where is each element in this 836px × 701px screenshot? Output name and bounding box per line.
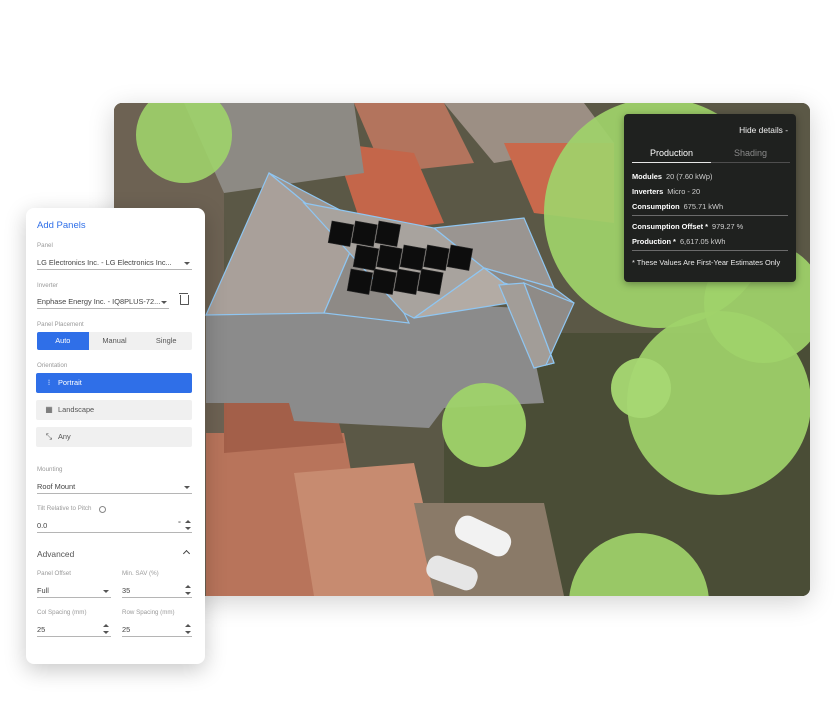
- inverter-label: Inverter: [37, 282, 58, 289]
- modules-label: Modules: [632, 172, 662, 181]
- offset-value: 979.27 %: [711, 222, 744, 231]
- inverter-select[interactable]: Enphase Energy Inc. - IQ8PLUS-72...: [37, 297, 160, 306]
- col-spacing-stepper[interactable]: [103, 624, 109, 634]
- solar-panel-module[interactable]: [399, 244, 427, 271]
- any-orientation-icon: ⤡: [45, 432, 53, 441]
- tilt-stepper[interactable]: [185, 520, 191, 530]
- tilt-input[interactable]: 0.0: [37, 521, 47, 530]
- panel-offset-select[interactable]: Full: [37, 586, 49, 595]
- row-spacing-stepper[interactable]: [185, 624, 191, 634]
- min-sav-stepper[interactable]: [185, 585, 191, 595]
- tilt-label: Tilt Relative to Pitch: [37, 505, 92, 512]
- tree-canopy: [611, 358, 671, 418]
- panel-offset-underline: [37, 597, 111, 598]
- placement-toggle: Auto Manual Single: [37, 332, 192, 350]
- portrait-icon: ⁝: [47, 378, 51, 387]
- solar-panel-module[interactable]: [346, 268, 374, 295]
- tree-canopy: [442, 383, 526, 467]
- orientation-any-button[interactable]: ⤡ Any: [36, 427, 192, 447]
- panel-label: Panel: [37, 242, 53, 249]
- solar-panel-module[interactable]: [446, 244, 474, 271]
- production-value: 6,617.05 kWh: [679, 237, 726, 246]
- chevron-down-icon[interactable]: [161, 301, 167, 304]
- inverters-row: Inverters Micro - 20: [632, 187, 700, 196]
- orientation-label: Orientation: [37, 362, 68, 369]
- info-icon[interactable]: [99, 506, 106, 513]
- panel-select[interactable]: LG Electronics Inc. - LG Electronics Inc…: [37, 258, 172, 267]
- chevron-down-icon[interactable]: [103, 590, 109, 593]
- production-label: Production *: [632, 237, 676, 246]
- mounting-label: Mounting: [37, 466, 63, 473]
- inverters-value: Micro - 20: [667, 187, 701, 196]
- row-spacing-underline: [122, 636, 192, 637]
- mounting-select[interactable]: Roof Mount: [37, 482, 75, 491]
- col-spacing-underline: [37, 636, 111, 637]
- modules-row: Modules 20 (7.60 kWp): [632, 172, 712, 181]
- inverters-label: Inverters: [632, 187, 664, 196]
- placement-label: Panel Placement: [37, 321, 84, 328]
- orientation-landscape-label: Landscape: [58, 405, 95, 414]
- hide-details-button[interactable]: Hide details -: [739, 125, 788, 135]
- divider: [632, 215, 788, 216]
- orientation-portrait-button[interactable]: ⁝ Portrait: [36, 373, 192, 393]
- panel-offset-label: Panel Offset: [37, 570, 71, 577]
- mounting-select-underline: [37, 493, 192, 494]
- chevron-down-icon[interactable]: [184, 486, 190, 489]
- orientation-landscape-button[interactable]: ▦ Landscape: [36, 400, 192, 420]
- advanced-section-header[interactable]: Advanced: [37, 549, 74, 559]
- placement-manual-button[interactable]: Manual: [89, 332, 141, 350]
- panel-select-underline: [37, 269, 192, 270]
- panel-title: Add Panels: [37, 220, 86, 231]
- consumption-label: Consumption: [632, 202, 680, 211]
- offset-label: Consumption Offset *: [632, 222, 708, 231]
- orientation-any-label: Any: [58, 432, 71, 441]
- min-sav-input[interactable]: 35: [122, 586, 130, 595]
- solar-panel-module[interactable]: [376, 244, 403, 271]
- tilt-input-underline: [37, 532, 192, 533]
- orientation-portrait-label: Portrait: [58, 378, 82, 387]
- placement-single-button[interactable]: Single: [140, 332, 192, 350]
- landscape-icon: ▦: [45, 405, 53, 414]
- tab-production[interactable]: Production: [632, 148, 711, 163]
- modules-value: 20 (7.60 kWp): [665, 172, 713, 181]
- solar-panel-module[interactable]: [352, 244, 380, 271]
- chevron-down-icon[interactable]: [184, 262, 190, 265]
- solar-panel-module[interactable]: [370, 268, 397, 295]
- production-row: Production * 6,617.05 kWh: [632, 237, 726, 246]
- min-sav-label: Min. SAV (%): [122, 570, 159, 577]
- estimate-note: * These Values Are First-Year Estimates …: [632, 258, 781, 267]
- divider: [632, 250, 788, 251]
- solar-panel-module[interactable]: [374, 220, 402, 247]
- solar-panel-module[interactable]: [423, 244, 450, 271]
- consumption-value: 675.71 kWh: [683, 202, 724, 211]
- col-spacing-input[interactable]: 25: [37, 625, 45, 634]
- row-spacing-label: Row Spacing (mm): [122, 609, 175, 616]
- tilt-unit: °: [178, 519, 181, 528]
- row-spacing-input[interactable]: 25: [122, 625, 130, 634]
- solar-panel-module[interactable]: [417, 268, 444, 295]
- placement-auto-button[interactable]: Auto: [37, 332, 89, 350]
- min-sav-underline: [122, 597, 192, 598]
- consumption-row: Consumption 675.71 kWh: [632, 202, 723, 211]
- trash-icon[interactable]: [179, 293, 189, 305]
- col-spacing-label: Col Spacing (mm): [37, 609, 87, 616]
- solar-panel-module[interactable]: [327, 220, 355, 247]
- details-panel: Hide details - Production Shading Module…: [624, 114, 796, 282]
- solar-panel-module[interactable]: [351, 220, 378, 247]
- tab-shading[interactable]: Shading: [711, 148, 790, 163]
- inverter-select-underline: [37, 308, 169, 309]
- offset-row: Consumption Offset * 979.27 %: [632, 222, 743, 231]
- solar-panel-module[interactable]: [393, 268, 421, 295]
